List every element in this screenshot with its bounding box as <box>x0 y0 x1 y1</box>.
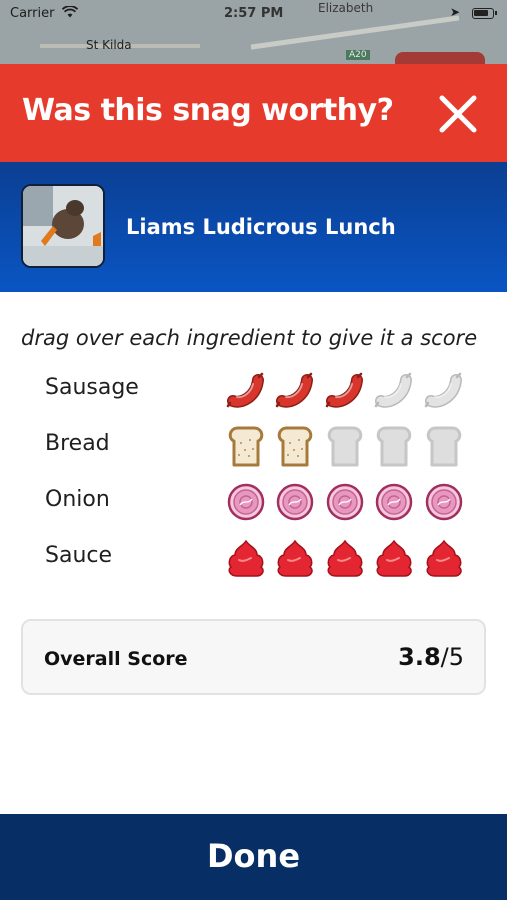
sausage-icon[interactable] <box>419 364 469 416</box>
onion-icon[interactable] <box>320 476 370 528</box>
onion-icon[interactable] <box>419 476 469 528</box>
sausage-icon[interactable] <box>271 364 321 416</box>
sauce-icon[interactable] <box>419 532 469 584</box>
rating-row-sausage: Sausage <box>0 364 507 416</box>
bread-icon[interactable] <box>320 420 370 472</box>
rating-icons[interactable] <box>221 532 469 584</box>
close-icon[interactable] <box>434 90 482 138</box>
onion-icon[interactable] <box>221 476 271 528</box>
sausage-icon[interactable] <box>370 364 420 416</box>
meal-photo <box>21 184 105 268</box>
sausage-icon[interactable] <box>221 364 271 416</box>
sauce-icon[interactable] <box>320 532 370 584</box>
overall-score-max: /5 <box>440 643 464 671</box>
rating-icons[interactable] <box>221 476 469 528</box>
bread-icon[interactable] <box>370 420 420 472</box>
overall-score-number: 3.8 <box>398 643 441 671</box>
sauce-icon[interactable] <box>221 532 271 584</box>
road-sign: A20 <box>346 50 370 60</box>
onion-icon[interactable] <box>271 476 321 528</box>
meal-name: Liams Ludicrous Lunch <box>126 215 396 239</box>
rating-label: Onion <box>45 487 110 512</box>
carrier-label: Carrier <box>10 6 55 21</box>
battery-icon <box>472 8 497 19</box>
clock: 2:57 PM <box>224 6 284 21</box>
instructions-text: drag over each ingredient to give it a s… <box>21 326 478 350</box>
overall-score-label: Overall Score <box>44 648 188 670</box>
overall-score-card: Overall Score 3.8/5 <box>21 619 486 695</box>
bread-icon[interactable] <box>271 420 321 472</box>
overall-score-value: 3.8/5 <box>398 643 464 671</box>
rating-label: Sauce <box>45 543 113 568</box>
bread-icon[interactable] <box>419 420 469 472</box>
status-bar: Carrier 2:57 PM Elizabeth ➤ <box>0 0 507 28</box>
location-arrow-icon: ➤ <box>450 5 461 19</box>
page-title: Was this snag worthy? <box>22 93 394 128</box>
sauce-icon[interactable] <box>370 532 420 584</box>
sauce-icon[interactable] <box>271 532 321 584</box>
sausage-icon[interactable] <box>320 364 370 416</box>
rating-label: Bread <box>45 431 110 456</box>
bread-icon[interactable] <box>221 420 271 472</box>
rating-header: Was this snag worthy? <box>0 64 507 162</box>
rating-icons[interactable] <box>221 364 469 416</box>
rating-icons[interactable] <box>221 420 469 472</box>
rating-row-bread: Bread <box>0 420 507 472</box>
rating-label: Sausage <box>45 375 139 400</box>
wifi-icon <box>61 5 79 22</box>
onion-icon[interactable] <box>370 476 420 528</box>
meal-banner: Liams Ludicrous Lunch <box>0 162 507 292</box>
map-label-st-kilda: St Kilda <box>86 38 132 52</box>
rating-row-onion: Onion <box>0 476 507 528</box>
done-button[interactable]: Done <box>0 814 507 900</box>
rating-row-sauce: Sauce <box>0 532 507 584</box>
map-label-elizabeth: Elizabeth <box>318 1 374 15</box>
